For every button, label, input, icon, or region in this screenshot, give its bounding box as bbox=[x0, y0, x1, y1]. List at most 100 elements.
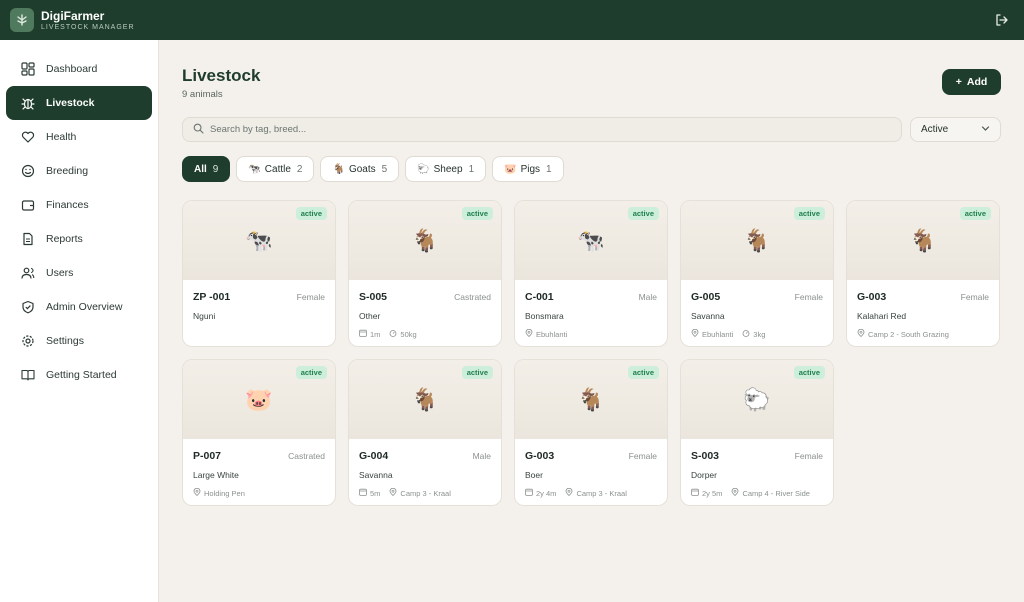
app-name: DigiFarmer bbox=[41, 8, 105, 23]
location-value: Camp 4 - River Side bbox=[742, 488, 810, 498]
goat-icon: 🐐 bbox=[411, 386, 439, 412]
age-meta: 2y 5m bbox=[691, 488, 722, 498]
status-select-value: Active bbox=[921, 124, 949, 135]
filter-label: Pigs bbox=[520, 163, 541, 175]
sidebar-item-label: Finances bbox=[46, 199, 89, 211]
animal-card[interactable]: 🐄 active ZP -001 Female Nguni bbox=[182, 200, 336, 347]
filter-chip-all[interactable]: All 9 bbox=[182, 156, 231, 182]
sidebar-item-users[interactable]: Users bbox=[6, 256, 152, 290]
brand: DigiFarmer LIVESTOCK MANAGER bbox=[41, 10, 135, 31]
status-badge: active bbox=[627, 207, 659, 220]
location-pin-icon bbox=[731, 487, 739, 498]
filter-chip-pigs[interactable]: 🐷 Pigs 1 bbox=[492, 156, 564, 182]
sidebar: Dashboard Livestock Health Breeding Fina… bbox=[0, 40, 159, 602]
sidebar-item-dashboard[interactable]: Dashboard bbox=[6, 52, 152, 86]
animal-card-body: S-005 Castrated Other 1m 50kg bbox=[349, 280, 501, 339]
filter-count: 1 bbox=[546, 163, 552, 175]
animal-meta: 1m 50kg bbox=[359, 329, 491, 339]
sidebar-item-getting-started[interactable]: Getting Started bbox=[6, 358, 152, 392]
plus-icon: + bbox=[955, 76, 962, 88]
shield-icon bbox=[20, 299, 36, 315]
animal-card[interactable]: 🐐 active G-005 Female Savanna Ebuhlanti 3… bbox=[680, 200, 834, 347]
pig-icon: 🐷 bbox=[504, 163, 517, 175]
animal-image: 🐐 active bbox=[681, 201, 833, 280]
animal-card-body: G-003 Female Kalahari Red Camp 2 - South… bbox=[847, 280, 999, 339]
age-value: 2y 5m bbox=[702, 488, 723, 498]
sidebar-item-reports[interactable]: Reports bbox=[6, 222, 152, 256]
animal-card[interactable]: 🐐 active G-004 Male Savanna 5m Camp 3 - K… bbox=[348, 359, 502, 506]
filter-chip-sheep[interactable]: 🐑 Sheep 1 bbox=[405, 156, 487, 182]
animal-sex: Male bbox=[638, 292, 657, 302]
main-content: Livestock 9 animals + Add Active All 9 🐄… bbox=[160, 40, 1024, 602]
animal-card[interactable]: 🐐 active S-005 Castrated Other 1m 50kg bbox=[348, 200, 502, 347]
logout-icon[interactable] bbox=[994, 12, 1010, 28]
animal-breed: Large White bbox=[193, 470, 239, 480]
animal-sex: Female bbox=[960, 292, 989, 302]
wallet-icon bbox=[20, 197, 36, 213]
location-value: Camp 3 - Kraal bbox=[400, 488, 451, 498]
animal-meta: Holding Pen bbox=[193, 487, 325, 498]
sidebar-item-label: Settings bbox=[46, 335, 84, 347]
status-badge: active bbox=[461, 366, 493, 379]
status-badge: active bbox=[959, 207, 991, 220]
sidebar-item-finances[interactable]: Finances bbox=[6, 188, 152, 222]
animal-card[interactable]: 🐐 active G-003 Female Boer 2y 4m Camp 3 -… bbox=[514, 359, 668, 506]
location-meta: Camp 3 - Kraal bbox=[389, 487, 451, 498]
filter-count: 2 bbox=[296, 163, 303, 175]
filter-label: Goats bbox=[348, 163, 376, 175]
filter-chip-cattle[interactable]: 🐄 Cattle 2 bbox=[236, 156, 315, 182]
status-badge: active bbox=[295, 366, 327, 379]
animal-card[interactable]: 🐷 active P-007 Castrated Large White Hol… bbox=[182, 359, 336, 506]
sheep-icon: 🐑 bbox=[417, 163, 430, 175]
animal-card[interactable]: 🐄 active C-001 Male Bonsmara Ebuhlanti bbox=[514, 200, 668, 347]
animal-breed: Kalahari Red bbox=[857, 311, 907, 321]
bug-icon bbox=[20, 95, 36, 111]
status-badge: active bbox=[793, 366, 825, 379]
location-meta: Camp 4 - River Side bbox=[731, 487, 810, 498]
age-value: 2y 4m bbox=[536, 488, 557, 498]
animal-card[interactable]: 🐑 active S-003 Female Dorper 2y 5m Camp 4… bbox=[680, 359, 834, 506]
animal-tag: C-001 bbox=[525, 291, 554, 303]
sidebar-item-label: Breeding bbox=[46, 165, 89, 177]
add-animal-button[interactable]: + Add bbox=[942, 69, 1001, 95]
animal-breed: Savanna bbox=[691, 311, 725, 321]
weight-meta: 50kg bbox=[389, 329, 417, 339]
animal-sex: Female bbox=[794, 292, 823, 302]
sidebar-item-label: Health bbox=[46, 131, 77, 143]
animal-meta: Ebuhlanti 3kg bbox=[691, 328, 823, 339]
sidebar-item-label: Users bbox=[46, 267, 74, 279]
animal-card-body: G-004 Male Savanna 5m Camp 3 - Kraal bbox=[349, 439, 501, 498]
age-meta: 1m bbox=[359, 329, 380, 339]
scale-icon bbox=[389, 329, 397, 339]
animal-card-body: P-007 Castrated Large White Holding Pen bbox=[183, 439, 335, 498]
calendar-icon bbox=[525, 488, 533, 498]
animal-image: 🐐 active bbox=[349, 201, 501, 280]
animal-sex: Female bbox=[628, 451, 657, 461]
animal-image: 🐐 active bbox=[349, 360, 501, 439]
animal-breed: Other bbox=[359, 311, 381, 321]
animal-sex: Male bbox=[472, 451, 491, 461]
animal-sex: Castrated bbox=[288, 451, 325, 461]
filter-label: Cattle bbox=[264, 163, 291, 175]
cow-icon: 🐄 bbox=[248, 163, 261, 175]
animal-meta: Camp 2 - South Grazing bbox=[857, 328, 989, 339]
page-title: Livestock bbox=[182, 66, 261, 85]
status-select[interactable]: Active bbox=[910, 117, 1001, 142]
sidebar-item-settings[interactable]: Settings bbox=[6, 324, 152, 358]
animal-tag: G-004 bbox=[359, 450, 389, 462]
filter-chip-goats[interactable]: 🐐 Goats 5 bbox=[320, 156, 400, 182]
goat-icon: 🐐 bbox=[909, 227, 937, 253]
search-input[interactable] bbox=[210, 124, 870, 135]
sidebar-item-admin-overview[interactable]: Admin Overview bbox=[6, 290, 152, 324]
status-badge: active bbox=[461, 207, 493, 220]
pig-icon: 🐷 bbox=[245, 386, 273, 412]
sidebar-item-breeding[interactable]: Breeding bbox=[6, 154, 152, 188]
animal-image: 🐄 active bbox=[183, 201, 335, 280]
calendar-icon bbox=[359, 329, 367, 339]
sidebar-item-livestock[interactable]: Livestock bbox=[6, 86, 152, 120]
location-value: Ebuhlanti bbox=[702, 329, 734, 339]
animal-card[interactable]: 🐐 active G-003 Female Kalahari Red Camp … bbox=[846, 200, 1000, 347]
sidebar-item-health[interactable]: Health bbox=[6, 120, 152, 154]
animal-image: 🐐 active bbox=[515, 360, 667, 439]
sheep-icon: 🐑 bbox=[743, 386, 771, 412]
